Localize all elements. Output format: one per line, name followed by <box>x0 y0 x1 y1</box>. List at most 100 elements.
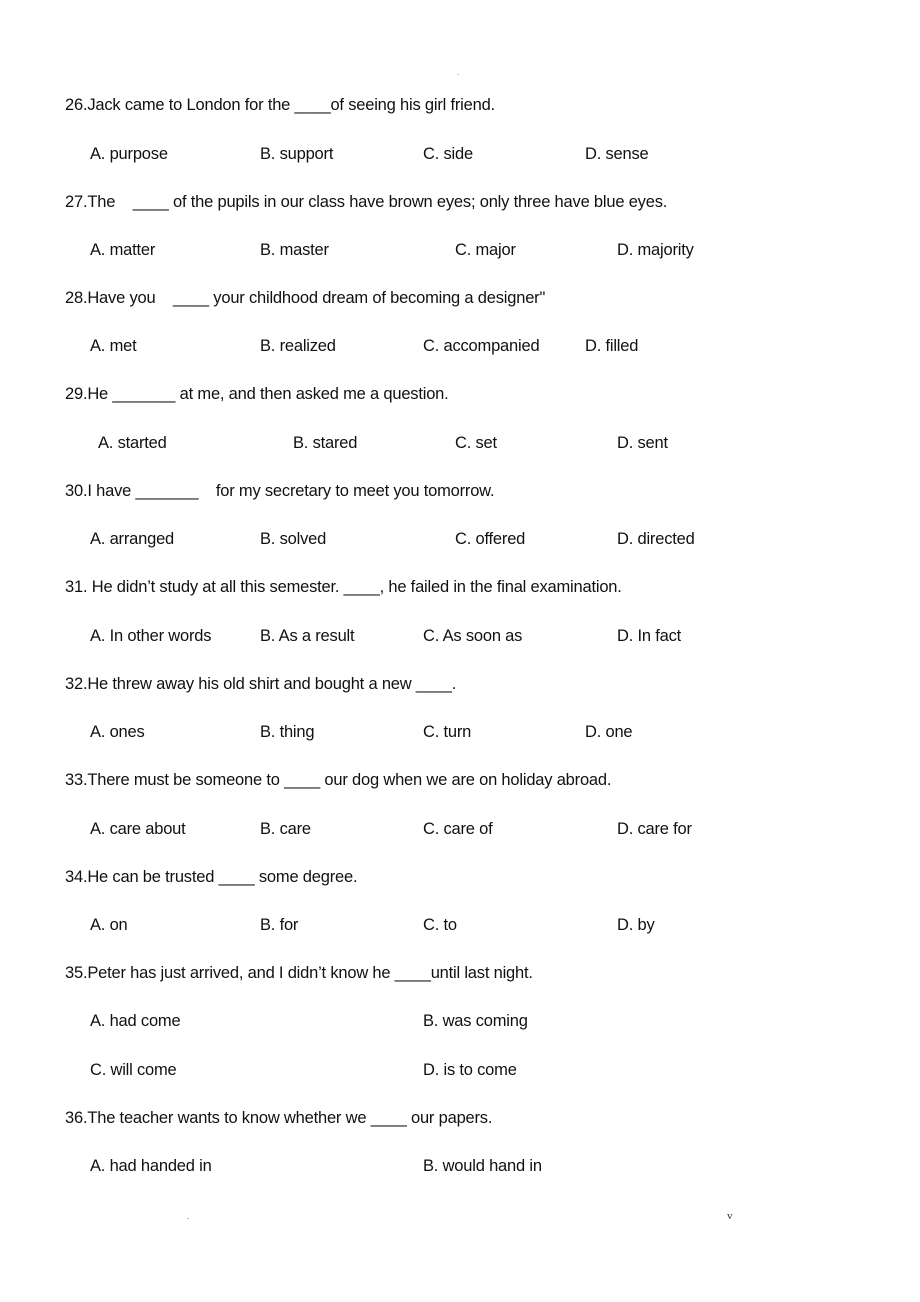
option-a: A. had come <box>90 1012 181 1030</box>
option-b: B. for <box>260 916 299 934</box>
question-text-before: I have <box>87 482 136 500</box>
option-b: B. support <box>260 145 334 163</box>
header-mark: . <box>457 68 460 77</box>
question-34: 34.He can be trusted ____ some degree. <box>65 867 358 887</box>
option-a: A. care about <box>90 820 186 838</box>
question-text-before: He <box>87 385 113 403</box>
option-c: C. major <box>455 241 516 259</box>
question-28: 28.Have you ____ your childhood dream of… <box>65 288 545 308</box>
question-text-after: of seeing his girl friend. <box>330 96 495 114</box>
answer-blank: ____ <box>415 675 452 693</box>
question-text-after: . <box>451 675 457 693</box>
option-c: C. offered <box>455 530 526 548</box>
option-d: D. sense <box>585 145 649 163</box>
question-number: 35. <box>65 964 88 982</box>
answer-blank: ____ <box>218 868 255 886</box>
option-d: D. one <box>585 723 633 741</box>
option-d: D. is to come <box>423 1061 517 1079</box>
option-b: B. master <box>260 241 329 259</box>
option-a: A. met <box>90 337 137 355</box>
option-b: B. would hand in <box>423 1157 542 1175</box>
question-36: 36.The teacher wants to know whether we … <box>65 1108 492 1128</box>
question-text-after: of the pupils in our class have brown ey… <box>168 193 668 211</box>
question-29: 29.He _______ at me, and then asked me a… <box>65 384 449 404</box>
question-text-before: Jack came to London for the <box>87 96 295 114</box>
question-number: 31. <box>65 578 88 596</box>
question-text-after: your childhood dream of becoming a desig… <box>208 289 546 307</box>
document-page: . 26.Jack came to London for the ____of … <box>0 0 920 1302</box>
option-c: C. turn <box>423 723 472 741</box>
option-a: A. matter <box>90 241 156 259</box>
question-text-before: Have you <box>87 289 173 307</box>
question-number: 34. <box>65 868 88 886</box>
answer-blank: ____ <box>173 289 209 307</box>
question-31: 31. He didn’t study at all this semester… <box>65 577 622 597</box>
option-d: D. care for <box>617 820 692 838</box>
option-a: A. started <box>98 434 167 452</box>
answer-blank: ____ <box>343 578 380 596</box>
option-b: B. solved <box>260 530 327 548</box>
question-number: 27. <box>65 193 88 211</box>
question-27: 27.The ____ of the pupils in our class h… <box>65 192 667 212</box>
question-number: 32. <box>65 675 88 693</box>
question-text-before: The teacher wants to know whether we <box>87 1109 371 1127</box>
option-d: D. In fact <box>617 627 682 645</box>
option-c: C. As soon as <box>423 627 523 645</box>
answer-blank: ____ <box>294 96 331 114</box>
answer-blank: ____ <box>394 964 431 982</box>
question-text-before: He threw away his old shirt and bought a… <box>87 675 416 693</box>
option-a: A. on <box>90 916 128 934</box>
option-d: D. directed <box>617 530 695 548</box>
question-number: 28. <box>65 289 88 307</box>
option-b: B. As a result <box>260 627 355 645</box>
question-32: 32.He threw away his old shirt and bough… <box>65 674 456 694</box>
question-text-after: for my secretary to meet you tomorrow. <box>198 482 495 500</box>
question-33: 33.There must be someone to ____ our dog… <box>65 770 611 790</box>
option-c: C. side <box>423 145 473 163</box>
option-b: B. was coming <box>423 1012 528 1030</box>
answer-blank: _______ <box>135 482 199 500</box>
option-b: B. stared <box>293 434 358 452</box>
footer-right-mark: v <box>727 1210 733 1222</box>
question-number: 36. <box>65 1109 88 1127</box>
question-text-after: at me, and then asked me a question. <box>175 385 449 403</box>
option-c: C. will come <box>90 1061 177 1079</box>
option-c: C. accompanied <box>423 337 540 355</box>
question-text-before: There must be someone to <box>87 771 285 789</box>
footer-left-mark: . <box>187 1212 190 1221</box>
question-text-before: Peter has just arrived, and I didn’t kno… <box>87 964 395 982</box>
option-a: A. had handed in <box>90 1157 212 1175</box>
question-text-after: our dog when we are on holiday abroad. <box>320 771 612 789</box>
option-c: C. set <box>455 434 497 452</box>
option-a: A. purpose <box>90 145 168 163</box>
option-d: D. by <box>617 916 655 934</box>
option-b: B. realized <box>260 337 336 355</box>
question-text-after: some degree. <box>254 868 358 886</box>
question-26: 26.Jack came to London for the ____of se… <box>65 95 495 115</box>
answer-blank: ____ <box>132 193 169 211</box>
answer-blank: ____ <box>370 1109 407 1127</box>
option-c: C. care of <box>423 820 493 838</box>
option-b: B. thing <box>260 723 315 741</box>
question-text-after: , he failed in the final examination. <box>379 578 622 596</box>
question-text-before: He can be trusted <box>87 868 219 886</box>
option-a: A. In other words <box>90 627 212 645</box>
option-d: D. sent <box>617 434 668 452</box>
question-text-after: until last night. <box>430 964 533 982</box>
option-c: C. to <box>423 916 457 934</box>
option-d: D. majority <box>617 241 694 259</box>
question-30: 30.I have _______ for my secretary to me… <box>65 481 495 501</box>
option-a: A. arranged <box>90 530 175 548</box>
option-b: B. care <box>260 820 311 838</box>
option-d: D. filled <box>585 337 639 355</box>
question-text-before: He didn’t study at all this semester. <box>87 578 344 596</box>
question-text-after: our papers. <box>406 1109 493 1127</box>
question-35: 35.Peter has just arrived, and I didn’t … <box>65 963 533 983</box>
question-text-before: The <box>87 193 133 211</box>
question-number: 30. <box>65 482 88 500</box>
question-number: 29. <box>65 385 88 403</box>
question-number: 26. <box>65 96 88 114</box>
answer-blank: _______ <box>112 385 176 403</box>
option-a: A. ones <box>90 723 145 741</box>
answer-blank: ____ <box>284 771 321 789</box>
